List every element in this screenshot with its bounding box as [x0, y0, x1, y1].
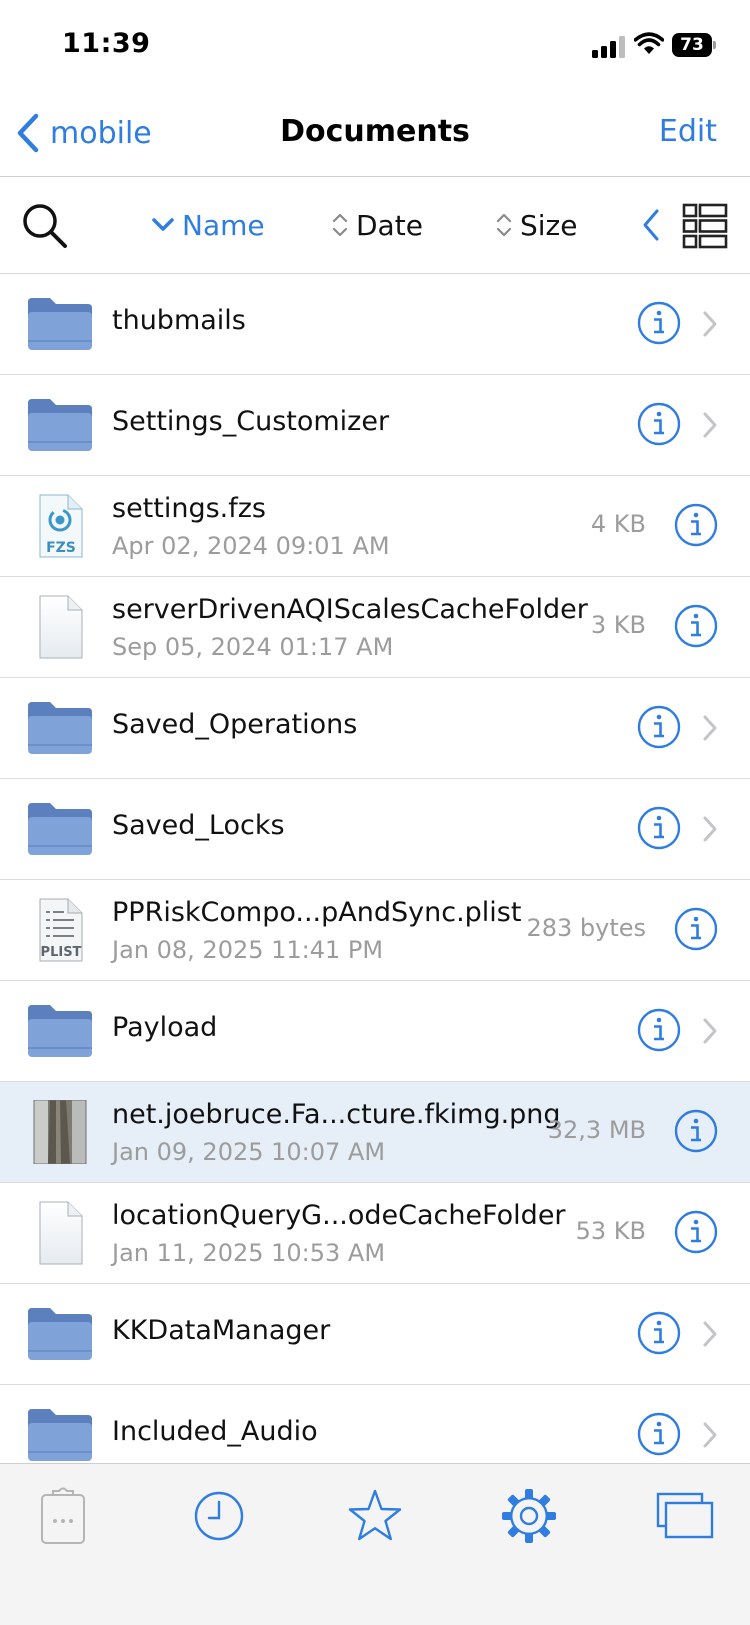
file-date: Apr 02, 2024 09:01 AM [112, 532, 390, 560]
file-name: Settings_Customizer [112, 406, 390, 437]
info-icon[interactable] [637, 1311, 681, 1355]
file-date: Jan 08, 2025 11:41 PM [112, 936, 384, 964]
sort-updown-icon [496, 213, 512, 237]
folder-row[interactable]: Settings_Customizer [0, 375, 750, 476]
sort-by-name-button[interactable]: Name [152, 207, 265, 243]
chevron-left-icon[interactable] [640, 207, 662, 243]
wifi-icon [634, 32, 664, 54]
info-icon[interactable] [637, 1412, 681, 1456]
folder-icon [28, 1308, 92, 1360]
file-name: locationQueryG...odeCacheFolder [112, 1200, 566, 1231]
svg-text:FZS: FZS [46, 540, 76, 556]
status-bar: 11:39 73 [0, 0, 750, 90]
chevron-right-icon [703, 412, 717, 438]
chevron-right-icon [703, 1422, 717, 1448]
file-name: Included_Audio [112, 1416, 318, 1447]
file-date: Sep 05, 2024 01:17 AM [112, 633, 394, 661]
star-icon[interactable] [345, 1486, 405, 1546]
info-icon[interactable] [674, 503, 718, 547]
file-date: Jan 11, 2025 10:53 AM [112, 1239, 386, 1267]
image-thumbnail [33, 1100, 87, 1164]
file-date: Jan 09, 2025 10:07 AM [112, 1138, 386, 1166]
chevron-right-icon [703, 1321, 717, 1347]
sort-size-label: Size [520, 208, 578, 242]
folder-icon [28, 399, 92, 451]
file-size: 32,3 MB [547, 1116, 646, 1144]
info-icon[interactable] [637, 402, 681, 446]
navigation-bar: mobile Documents Edit [0, 90, 750, 177]
file-name: PPRiskCompo...pAndSync.plist [112, 897, 522, 928]
info-icon[interactable] [637, 1008, 681, 1052]
sort-toolbar: Name Date Size [0, 177, 750, 275]
page-title: Documents [280, 114, 470, 149]
file-name: net.joebruce.Fa...cture.fkimg.png [112, 1099, 561, 1130]
bottom-tab-bar [0, 1463, 750, 1625]
info-icon[interactable] [637, 705, 681, 749]
status-time: 11:39 [62, 28, 151, 59]
clipboard-icon[interactable] [33, 1486, 93, 1546]
sort-by-date-button[interactable]: Date [332, 207, 423, 243]
file-row[interactable]: serverDrivenAQIScalesCacheFolder Sep 05, … [0, 577, 750, 678]
chevron-right-icon [703, 1018, 717, 1044]
folder-icon [28, 803, 92, 855]
battery-icon: 73 [672, 33, 718, 57]
info-icon[interactable] [674, 1210, 718, 1254]
file-name: settings.fzs [112, 493, 266, 524]
file-name: Saved_Operations [112, 709, 358, 740]
gear-icon[interactable] [499, 1486, 559, 1546]
folder-row[interactable]: Payload [0, 981, 750, 1082]
plist-file-icon: PLIST [39, 898, 83, 962]
folder-icon [28, 298, 92, 350]
blank-file-icon [39, 595, 83, 659]
sort-updown-icon [332, 213, 348, 237]
battery-level: 73 [680, 35, 704, 55]
chevron-right-icon [703, 311, 717, 337]
folder-row[interactable]: Included_Audio [0, 1385, 750, 1463]
file-list: thubmails Settings_Customizer FZS settings.… [0, 274, 750, 1463]
folder-row[interactable]: Saved_Locks [0, 779, 750, 880]
blank-file-icon [39, 1201, 83, 1265]
info-icon[interactable] [674, 1109, 718, 1153]
info-icon[interactable] [674, 907, 718, 951]
file-size: 53 KB [575, 1217, 646, 1245]
folder-icon [28, 1005, 92, 1057]
file-row[interactable]: net.joebruce.Fa...cture.fkimg.png Jan 09,… [0, 1082, 750, 1183]
folder-row[interactable]: thubmails [0, 274, 750, 375]
sort-by-size-button[interactable]: Size [496, 207, 577, 243]
file-size: 283 bytes [526, 914, 646, 942]
clock-icon[interactable] [189, 1486, 249, 1546]
windows-icon[interactable] [655, 1486, 715, 1546]
file-name: KKDataManager [112, 1315, 331, 1346]
file-row[interactable]: PLIST PPRiskCompo...pAndSync.plist Jan 08,… [0, 880, 750, 981]
chevron-right-icon [703, 816, 717, 842]
search-icon[interactable] [20, 201, 68, 249]
info-icon[interactable] [674, 604, 718, 648]
svg-text:PLIST: PLIST [41, 945, 82, 960]
folder-icon [28, 1409, 92, 1461]
file-name: thubmails [112, 305, 246, 336]
file-row[interactable]: locationQueryG...odeCacheFolder Jan 11, 2… [0, 1183, 750, 1284]
file-size: 4 KB [590, 510, 646, 538]
folder-row[interactable]: Saved_Operations [0, 678, 750, 779]
info-icon[interactable] [637, 806, 681, 850]
folder-row[interactable]: KKDataManager [0, 1284, 750, 1385]
file-name: Payload [112, 1012, 218, 1043]
sort-date-label: Date [356, 208, 423, 242]
info-icon[interactable] [637, 301, 681, 345]
sort-name-label: Name [182, 208, 265, 242]
cellular-signal-icon [592, 36, 625, 58]
chevron-right-icon [703, 715, 717, 741]
list-view-icon[interactable] [682, 203, 728, 249]
file-size: 3 KB [590, 611, 646, 639]
file-name: Saved_Locks [112, 810, 285, 841]
file-name: serverDrivenAQIScalesCacheFolder [112, 594, 588, 625]
folder-icon [28, 702, 92, 754]
chevron-down-icon [152, 218, 174, 231]
edit-button[interactable]: Edit [659, 114, 717, 149]
file-row[interactable]: FZS settings.fzs Apr 02, 2024 09:01 AM 4 KB [0, 476, 750, 577]
fzs-file-icon: FZS [39, 494, 83, 558]
